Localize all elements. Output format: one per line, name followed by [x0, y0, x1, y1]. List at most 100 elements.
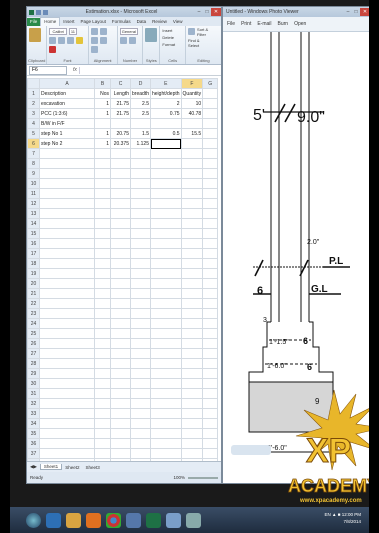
- autosum-icon[interactable]: [188, 28, 196, 35]
- cell[interactable]: [110, 328, 131, 339]
- cell[interactable]: [202, 308, 219, 319]
- cell[interactable]: [202, 378, 219, 389]
- cell[interactable]: [150, 168, 182, 179]
- cell[interactable]: [39, 398, 95, 409]
- cell[interactable]: [130, 288, 151, 299]
- cell[interactable]: [94, 448, 111, 459]
- column-header-a[interactable]: A: [39, 78, 95, 89]
- cell[interactable]: step No 2: [39, 138, 95, 149]
- cell[interactable]: [150, 448, 182, 459]
- cell[interactable]: [110, 378, 131, 389]
- row-header[interactable]: 2: [27, 98, 40, 109]
- cell[interactable]: [94, 228, 111, 239]
- cell[interactable]: [110, 218, 131, 229]
- row-header[interactable]: 8: [27, 158, 40, 169]
- cell[interactable]: [202, 198, 219, 209]
- cell[interactable]: [180, 208, 204, 219]
- cell[interactable]: [180, 348, 204, 359]
- cell[interactable]: [180, 438, 204, 449]
- cell[interactable]: height/depth: [150, 88, 182, 99]
- cell[interactable]: [94, 368, 111, 379]
- cell[interactable]: [150, 198, 182, 209]
- cell[interactable]: [180, 288, 204, 299]
- column-header-e[interactable]: E: [150, 78, 182, 89]
- cell[interactable]: [202, 348, 219, 359]
- cell[interactable]: [39, 208, 95, 219]
- fx-icon[interactable]: fx: [73, 67, 77, 73]
- cell[interactable]: [180, 138, 204, 149]
- row-header[interactable]: 19: [27, 268, 40, 279]
- cell[interactable]: [39, 298, 95, 309]
- cell[interactable]: [150, 408, 182, 419]
- close-button[interactable]: ✕: [211, 8, 221, 16]
- cell[interactable]: [39, 198, 95, 209]
- cell[interactable]: [94, 358, 111, 369]
- cell[interactable]: [150, 328, 182, 339]
- merge-icon[interactable]: [90, 46, 98, 53]
- cell[interactable]: 0.5: [150, 128, 182, 139]
- cell[interactable]: [94, 408, 111, 419]
- cell[interactable]: [94, 278, 111, 289]
- cell[interactable]: [150, 248, 182, 259]
- cell[interactable]: B/W in F/F: [39, 118, 95, 129]
- cell[interactable]: [39, 228, 95, 239]
- align-center-icon[interactable]: [99, 28, 107, 35]
- row-header[interactable]: 11: [27, 188, 40, 199]
- cell[interactable]: [180, 178, 204, 189]
- row-header[interactable]: 13: [27, 208, 40, 219]
- ribbon-tab-review[interactable]: Review: [149, 18, 170, 26]
- cell[interactable]: [130, 158, 151, 169]
- cell[interactable]: [130, 268, 151, 279]
- column-header-f[interactable]: F: [180, 78, 204, 89]
- cell[interactable]: [94, 118, 111, 129]
- cell[interactable]: [110, 428, 131, 439]
- cell[interactable]: [110, 268, 131, 279]
- cell[interactable]: [130, 148, 151, 159]
- cell[interactable]: [180, 358, 204, 369]
- cell[interactable]: [130, 278, 151, 289]
- cell[interactable]: [202, 418, 219, 429]
- cell[interactable]: [202, 158, 219, 169]
- cell[interactable]: [202, 278, 219, 289]
- cell[interactable]: [150, 308, 182, 319]
- cell[interactable]: [130, 318, 151, 329]
- cell[interactable]: [110, 408, 131, 419]
- cell[interactable]: [110, 308, 131, 319]
- cell[interactable]: [39, 338, 95, 349]
- ribbon-tab-data[interactable]: Data: [134, 18, 150, 26]
- cell[interactable]: [150, 178, 182, 189]
- cell[interactable]: [180, 338, 204, 349]
- ribbon-tab-file[interactable]: File: [27, 18, 41, 26]
- cell[interactable]: [94, 378, 111, 389]
- menu-item-burn[interactable]: Burn: [278, 21, 289, 27]
- cell[interactable]: [180, 118, 204, 129]
- cell[interactable]: 10: [180, 98, 204, 109]
- selected-cell[interactable]: [150, 138, 182, 149]
- cell[interactable]: [180, 198, 204, 209]
- cell[interactable]: [180, 328, 204, 339]
- cell[interactable]: [202, 328, 219, 339]
- cell[interactable]: [130, 178, 151, 189]
- cell[interactable]: [130, 408, 151, 419]
- cell[interactable]: [130, 368, 151, 379]
- maximize-button[interactable]: □: [352, 8, 360, 16]
- cell[interactable]: [110, 438, 131, 449]
- cell[interactable]: [39, 418, 95, 429]
- row-header[interactable]: 20: [27, 278, 40, 289]
- cell[interactable]: [202, 448, 219, 459]
- cell[interactable]: [39, 238, 95, 249]
- cell[interactable]: [110, 278, 131, 289]
- cell[interactable]: [180, 188, 204, 199]
- tray-language[interactable]: EN: [325, 512, 331, 517]
- cell[interactable]: [150, 278, 182, 289]
- cell[interactable]: [150, 298, 182, 309]
- cell[interactable]: [39, 188, 95, 199]
- row-header[interactable]: 4: [27, 118, 40, 129]
- cell[interactable]: [94, 158, 111, 169]
- cell[interactable]: Quantity: [180, 88, 204, 99]
- cell[interactable]: [110, 418, 131, 429]
- cell[interactable]: [202, 398, 219, 409]
- cell[interactable]: [150, 148, 182, 159]
- cell[interactable]: [150, 388, 182, 399]
- align-right-icon[interactable]: [90, 37, 98, 44]
